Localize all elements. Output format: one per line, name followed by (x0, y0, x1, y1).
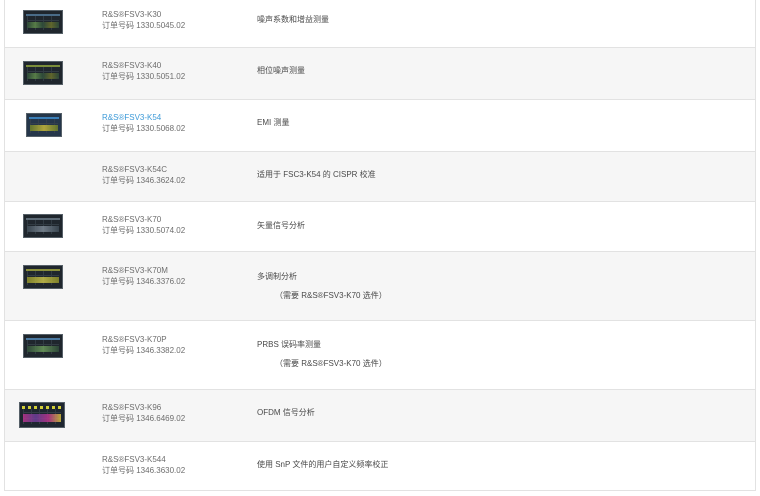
product-name: R&S®FSV3-K544 (102, 455, 166, 464)
table-row: R&S®FSV3-K96 订单号码 1346.6469.02 OFDM 信号分析 (5, 390, 755, 442)
order-number: 订单号码 1346.3376.02 (102, 277, 186, 286)
product-name: R&S®FSV3-K54C (102, 165, 168, 174)
product-name: R&S®FSV3-K70 (102, 215, 162, 224)
order-number: 订单号码 1346.3630.02 (102, 466, 186, 475)
order-number: 订单号码 1330.5051.02 (102, 72, 186, 81)
option-description: 噪声系数和增益测量 (257, 15, 329, 24)
option-description: 适用于 FSC3-K54 的 CISPR 校准 (257, 170, 376, 179)
table-row: R&S®FSV3-K54C 订单号码 1346.3624.02 适用于 FSC3… (5, 152, 755, 202)
option-requirement-note: （需要 R&S®FSV3-K70 选件） (275, 359, 387, 368)
table-row: R&S®FSV3-K70P 订单号码 1346.3382.02 PRBS 误码率… (5, 321, 755, 390)
product-name: R&S®FSV3-K30 (102, 10, 162, 19)
option-requirement-note: （需要 R&S®FSV3-K70 选件） (275, 291, 387, 300)
order-number: 订单号码 1346.6469.02 (102, 414, 186, 423)
product-screenshot-thumbnail[interactable] (26, 113, 62, 137)
product-name: R&S®FSV3-K96 (102, 403, 162, 412)
options-table: R&S®FSV3-K30 订单号码 1330.5045.02 噪声系数和增益测量… (4, 0, 756, 491)
table-row: R&S®FSV3-K40 订单号码 1330.5051.02 相位噪声测量 (5, 48, 755, 100)
option-description: 使用 SnP 文件的用户自定义频率校正 (257, 460, 389, 469)
product-cell: R&S®FSV3-K30 订单号码 1330.5045.02 (102, 9, 185, 31)
product-name: R&S®FSV3-K40 (102, 61, 162, 70)
product-screenshot-thumbnail[interactable] (23, 214, 63, 238)
product-screenshot-thumbnail[interactable] (23, 265, 63, 289)
product-screenshot-thumbnail[interactable] (23, 61, 63, 85)
table-row: R&S®FSV3-K70M 订单号码 1346.3376.02 多调制分析 （需… (5, 252, 755, 321)
product-name-link[interactable]: R&S®FSV3-K54 (102, 112, 185, 123)
product-cell: R&S®FSV3-K70M 订单号码 1346.3376.02 (102, 265, 185, 287)
option-description: 相位噪声测量 (257, 66, 305, 75)
product-cell: R&S®FSV3-K54C 订单号码 1346.3624.02 (102, 164, 185, 186)
option-description: 多调制分析 (257, 272, 297, 281)
product-cell: R&S®FSV3-K70 订单号码 1330.5074.02 (102, 214, 185, 236)
product-cell: R&S®FSV3-K54 订单号码 1330.5068.02 (102, 112, 185, 134)
order-number: 订单号码 1346.3624.02 (102, 176, 186, 185)
product-name: R&S®FSV3-K70M (102, 266, 168, 275)
product-screenshot-thumbnail[interactable] (23, 10, 63, 34)
option-description: OFDM 信号分析 (257, 408, 315, 417)
table-row: R&S®FSV3-K30 订单号码 1330.5045.02 噪声系数和增益测量 (5, 0, 755, 48)
product-name: R&S®FSV3-K70P (102, 335, 167, 344)
option-description: 矢量信号分析 (257, 221, 305, 230)
product-screenshot-thumbnail[interactable] (23, 334, 63, 358)
product-screenshot-thumbnail[interactable] (19, 402, 65, 428)
product-cell: R&S®FSV3-K544 订单号码 1346.3630.02 (102, 454, 185, 476)
option-description: PRBS 误码率测量 (257, 340, 322, 349)
table-row: R&S®FSV3-K544 订单号码 1346.3630.02 使用 SnP 文… (5, 442, 755, 491)
order-number: 订单号码 1330.5074.02 (102, 226, 186, 235)
order-number: 订单号码 1346.3382.02 (102, 346, 186, 355)
order-number: 订单号码 1330.5068.02 (102, 124, 186, 133)
product-cell: R&S®FSV3-K70P 订单号码 1346.3382.02 (102, 334, 185, 356)
product-cell: R&S®FSV3-K40 订单号码 1330.5051.02 (102, 60, 185, 82)
order-number: 订单号码 1330.5045.02 (102, 21, 186, 30)
option-description: EMI 测量 (257, 118, 290, 127)
product-cell: R&S®FSV3-K96 订单号码 1346.6469.02 (102, 402, 185, 424)
table-row: R&S®FSV3-K54 订单号码 1330.5068.02 EMI 测量 (5, 100, 755, 152)
table-row: R&S®FSV3-K70 订单号码 1330.5074.02 矢量信号分析 (5, 202, 755, 252)
